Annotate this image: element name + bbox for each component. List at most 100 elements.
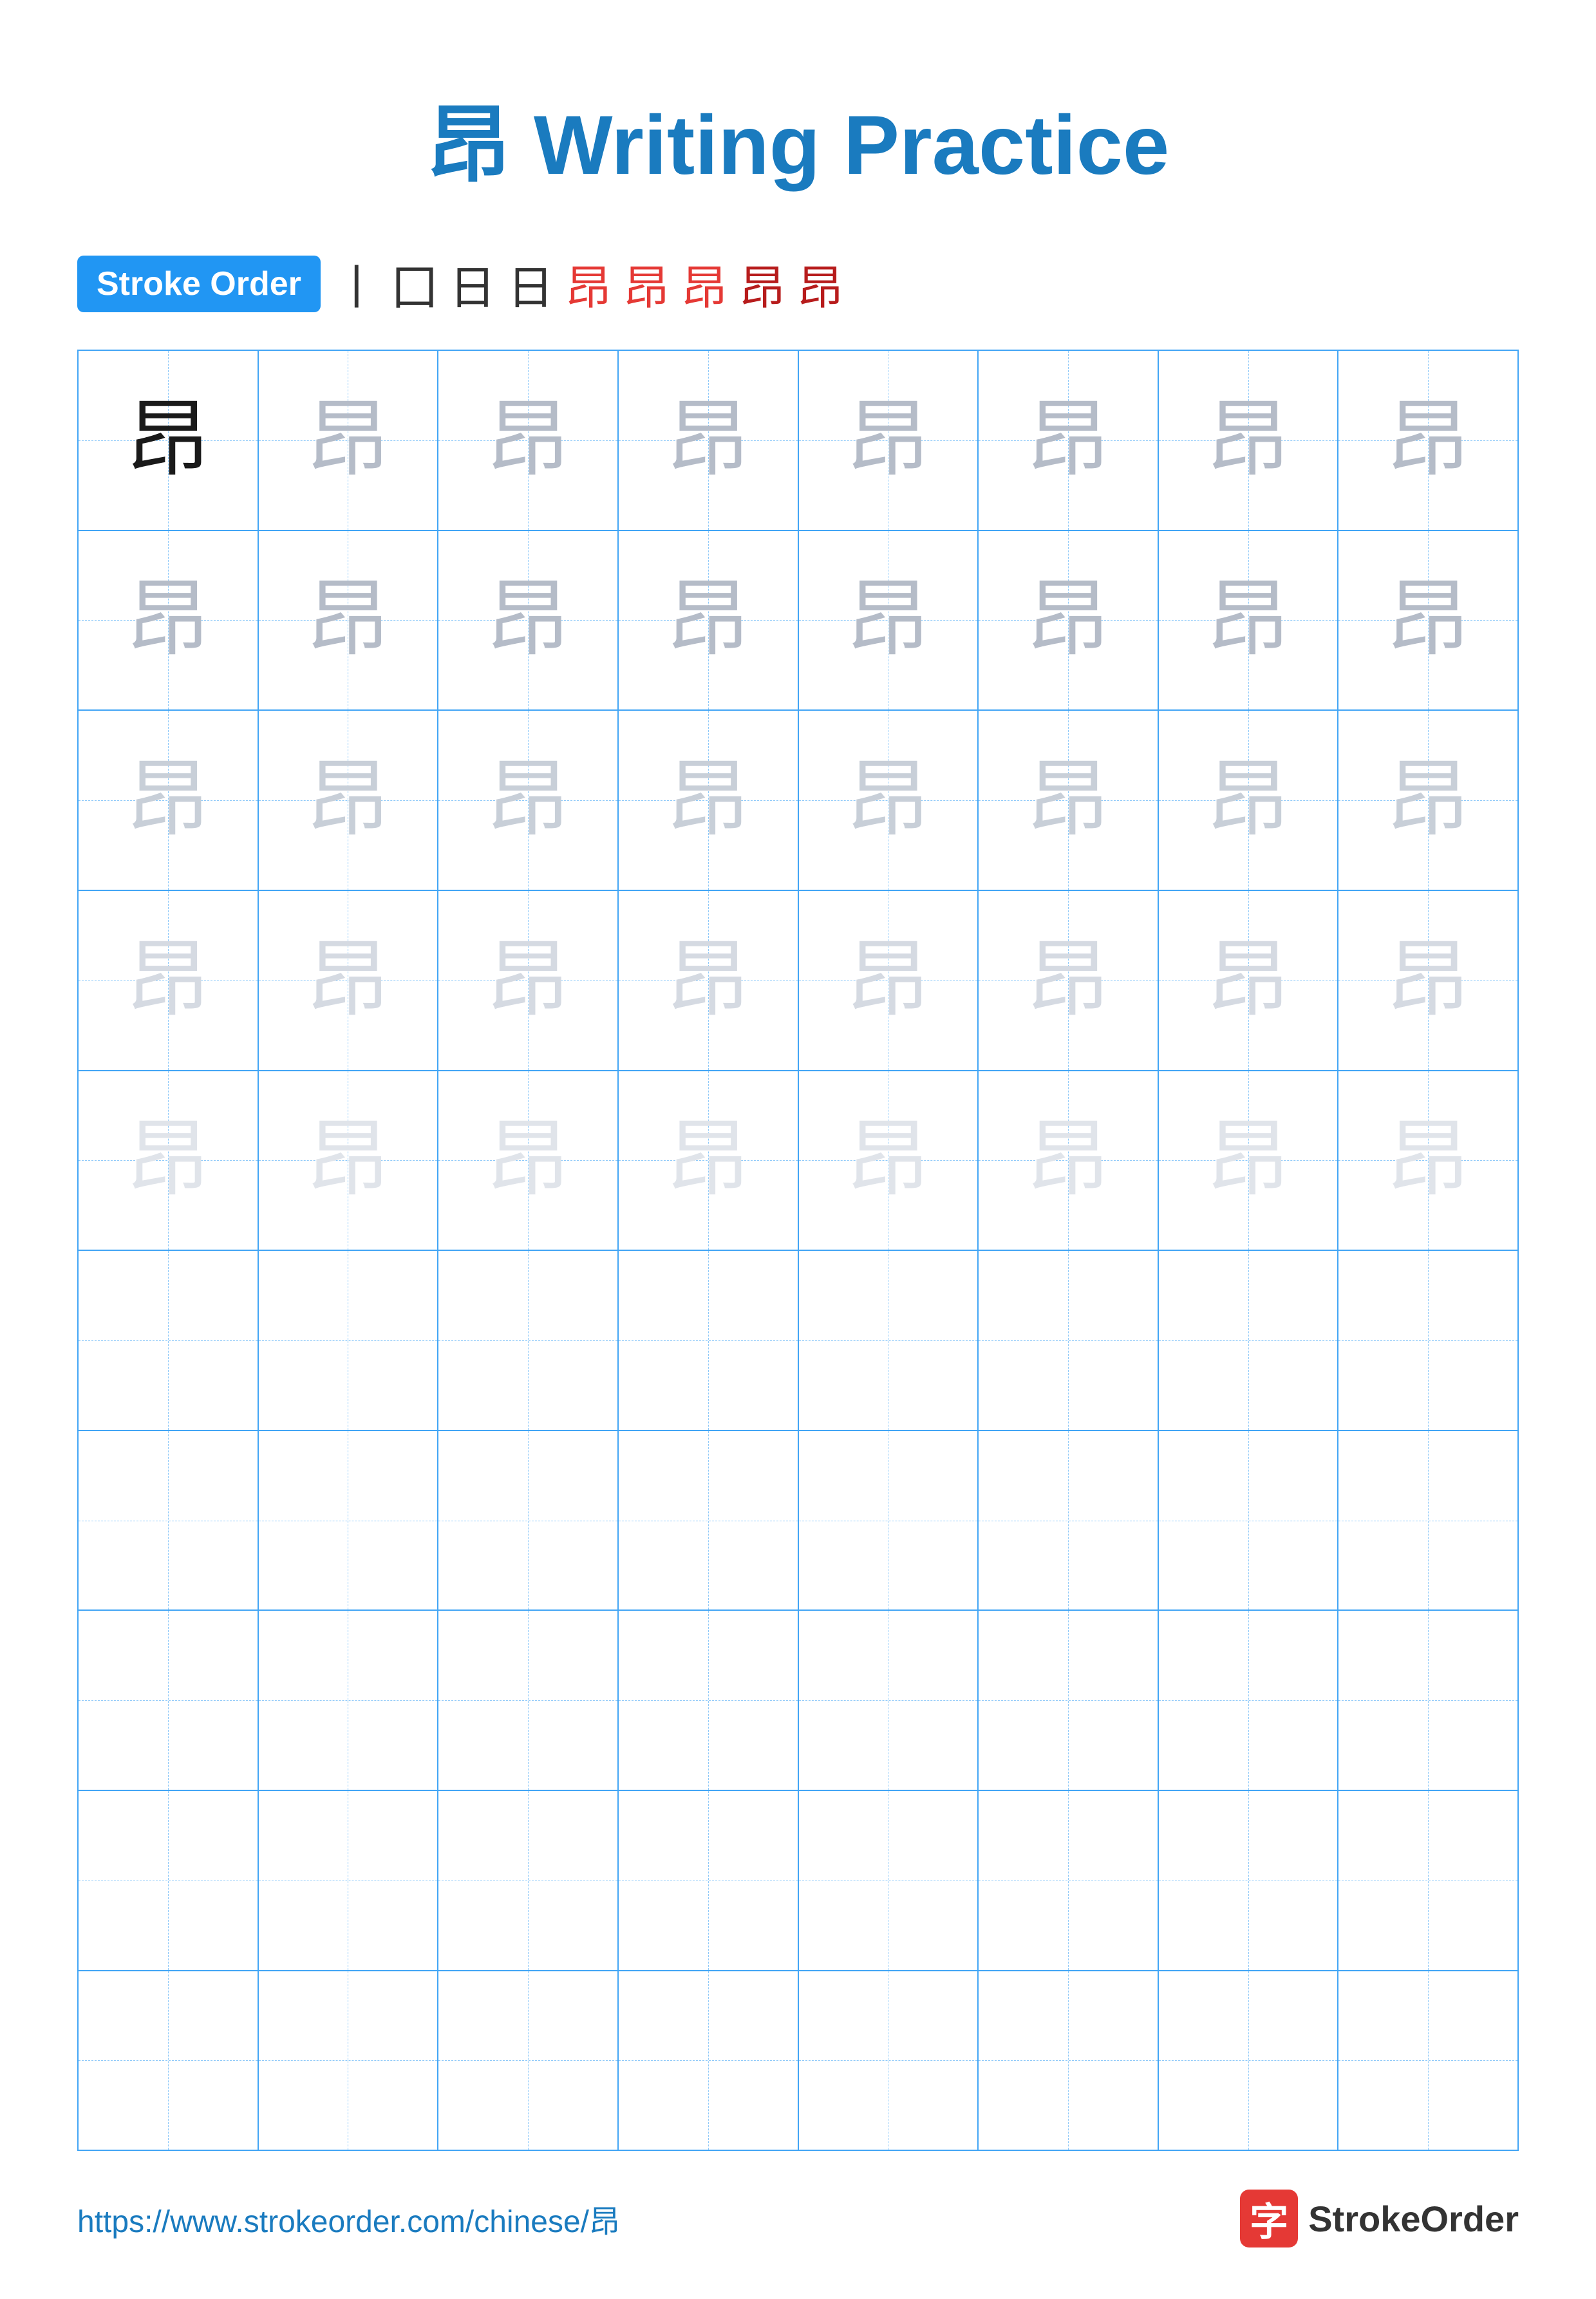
table-cell: 昂 <box>1158 350 1338 530</box>
table-cell: 昂 <box>1158 890 1338 1071</box>
practice-char: 昂 <box>1026 758 1110 842</box>
table-cell: 昂 <box>978 1071 1158 1251</box>
table-cell: 昂 <box>438 890 618 1071</box>
table-cell <box>1158 1431 1338 1611</box>
table-cell: 昂 <box>438 530 618 711</box>
stroke-4: 日 <box>507 250 554 317</box>
practice-char: 昂 <box>1206 1118 1290 1202</box>
table-cell: 昂 <box>1338 710 1518 890</box>
practice-char: 昂 <box>1026 578 1110 662</box>
table-cell <box>258 1431 438 1611</box>
table-cell: 昂 <box>1158 1071 1338 1251</box>
practice-char: 昂 <box>1026 1118 1110 1202</box>
table-cell: 昂 <box>618 1071 798 1251</box>
table-cell: 昂 <box>1338 350 1518 530</box>
table-cell <box>1338 1971 1518 2151</box>
practice-char: 昂 <box>846 578 930 662</box>
table-cell: 昂 <box>1338 1071 1518 1251</box>
table-cell: 昂 <box>798 350 979 530</box>
title-char: 昂 <box>427 100 511 192</box>
practice-char: 昂 <box>126 578 210 662</box>
practice-char: 昂 <box>1206 758 1290 842</box>
practice-char: 昂 <box>1386 758 1470 842</box>
practice-char: 昂 <box>1386 1118 1470 1202</box>
practice-char: 昂 <box>486 399 570 482</box>
table-cell: 昂 <box>1158 710 1338 890</box>
table-cell: 昂 <box>258 890 438 1071</box>
table-cell: 昂 <box>438 350 618 530</box>
table-cell: 昂 <box>78 530 258 711</box>
table-cell <box>1158 1250 1338 1431</box>
footer-logo-icon: 字 <box>1240 2190 1298 2247</box>
table-cell <box>618 1431 798 1611</box>
table-cell: 昂 <box>618 350 798 530</box>
practice-char: 昂 <box>306 1118 390 1202</box>
table-cell <box>978 1971 1158 2151</box>
footer-url[interactable]: https://www.strokeorder.com/chinese/昂 <box>77 2196 620 2241</box>
table-cell: 昂 <box>798 530 979 711</box>
table-cell <box>618 1971 798 2151</box>
practice-char: 昂 <box>1386 399 1470 482</box>
table-cell <box>438 1431 618 1611</box>
table-cell: 昂 <box>258 350 438 530</box>
table-cell: 昂 <box>618 530 798 711</box>
table-cell <box>258 1610 438 1790</box>
table-cell <box>978 1431 1158 1611</box>
table-cell <box>798 1790 979 1971</box>
stroke-5: 昂 <box>565 250 612 317</box>
practice-char: 昂 <box>306 578 390 662</box>
practice-char: 昂 <box>306 758 390 842</box>
stroke-8: 昂 <box>739 250 785 317</box>
practice-char: 昂 <box>846 399 930 482</box>
table-cell: 昂 <box>258 710 438 890</box>
practice-char: 昂 <box>486 939 570 1022</box>
practice-char: 昂 <box>126 758 210 842</box>
table-cell <box>438 1790 618 1971</box>
practice-char: 昂 <box>1206 578 1290 662</box>
table-cell <box>78 1610 258 1790</box>
table-cell <box>798 1971 979 2151</box>
footer-logo: 字 StrokeOrder <box>1240 2190 1519 2247</box>
stroke-3: 日 <box>449 250 496 317</box>
stroke-sequence: 丨 囗 日 日 昂 昂 昂 昂 昂 <box>333 250 843 317</box>
footer: https://www.strokeorder.com/chinese/昂 字 … <box>77 2151 1519 2247</box>
table-cell: 昂 <box>798 1071 979 1251</box>
practice-char: 昂 <box>1026 399 1110 482</box>
table-cell: 昂 <box>978 710 1158 890</box>
table-cell <box>78 1250 258 1431</box>
table-cell <box>258 1790 438 1971</box>
table-cell <box>78 1971 258 2151</box>
stroke-7: 昂 <box>681 250 728 317</box>
table-cell: 昂 <box>438 710 618 890</box>
practice-char: 昂 <box>306 939 390 1022</box>
table-cell <box>438 1250 618 1431</box>
practice-char: 昂 <box>846 1118 930 1202</box>
table-cell <box>618 1610 798 1790</box>
practice-char: 昂 <box>846 939 930 1022</box>
table-cell: 昂 <box>798 890 979 1071</box>
stroke-1: 丨 <box>333 250 380 317</box>
table-cell <box>438 1610 618 1790</box>
table-cell: 昂 <box>78 1071 258 1251</box>
practice-char: 昂 <box>666 1118 750 1202</box>
table-cell <box>1158 1971 1338 2151</box>
practice-char: 昂 <box>846 758 930 842</box>
table-cell <box>1158 1790 1338 1971</box>
table-cell <box>78 1790 258 1971</box>
practice-char: 昂 <box>1386 578 1470 662</box>
practice-char: 昂 <box>126 939 210 1022</box>
table-cell: 昂 <box>78 890 258 1071</box>
table-cell: 昂 <box>78 710 258 890</box>
table-cell: 昂 <box>978 890 1158 1071</box>
practice-char: 昂 <box>666 939 750 1022</box>
table-cell: 昂 <box>798 710 979 890</box>
table-cell: 昂 <box>438 1071 618 1251</box>
table-cell <box>258 1250 438 1431</box>
table-cell <box>798 1610 979 1790</box>
practice-char: 昂 <box>486 758 570 842</box>
table-cell <box>1338 1431 1518 1611</box>
table-cell: 昂 <box>978 530 1158 711</box>
table-cell <box>798 1431 979 1611</box>
stroke-2: 囗 <box>391 250 438 317</box>
practice-char: 昂 <box>126 399 210 482</box>
